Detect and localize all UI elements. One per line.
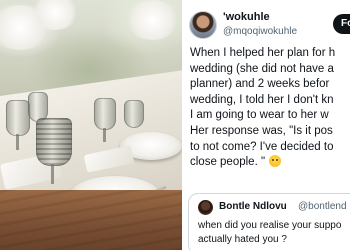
- glass-stem: [16, 134, 19, 150]
- crystal-glass: [36, 118, 72, 166]
- quoted-text-line: when did you realise your suppo: [198, 220, 342, 231]
- wine-glass: [124, 100, 144, 128]
- flower-decoration: [125, 0, 180, 40]
- glass-stem: [51, 164, 54, 184]
- tweet-card[interactable]: 'wokuhle @mqoqiwokuhle Fo When I helped …: [182, 0, 350, 250]
- tweet-line: Her response was, "Is it pos: [190, 124, 333, 137]
- quoted-display-name[interactable]: Bontle Ndlovu: [219, 201, 287, 212]
- quoted-avatar[interactable]: [198, 200, 213, 215]
- tweet-handle[interactable]: @mqoqiwokuhle: [223, 26, 297, 37]
- tweet-line-text: close people. ": [190, 156, 266, 169]
- wine-glass: [6, 100, 30, 136]
- wedding-table-photo: [0, 0, 182, 250]
- tweet-line: to not come? I've decided to: [190, 140, 334, 153]
- tweet-line: When I helped her plan for h: [190, 47, 336, 59]
- follow-button[interactable]: Fo: [333, 14, 350, 34]
- wooden-table-edge: [0, 190, 182, 250]
- flower-decoration: [30, 0, 80, 30]
- quoted-handle[interactable]: @bontlend: [298, 201, 347, 212]
- tweet-line: planner) and 2 weeks befor: [190, 78, 330, 91]
- tweet-body: When I helped her plan for h wedding (sh…: [190, 46, 350, 171]
- tweet-display-name[interactable]: 'wokuhle: [223, 11, 270, 23]
- quoted-text-line: actually hated you ?: [198, 234, 287, 245]
- glass-stem: [103, 128, 106, 142]
- wine-glass: [94, 98, 116, 130]
- quoted-tweet[interactable]: Bontle Ndlovu @bontlend when did you rea…: [188, 193, 350, 250]
- tweet-line: wedding (she did not have a: [190, 62, 334, 75]
- sad-face-icon: [269, 155, 282, 168]
- tweet-line: I am going to wear to her w: [190, 109, 329, 122]
- tweet-line-last: close people. ": [190, 155, 350, 171]
- avatar[interactable]: [189, 11, 217, 39]
- quoted-text: when did you realise your suppo actually…: [198, 219, 341, 247]
- tweet-line: wedding, I told her I don't kn: [190, 93, 334, 106]
